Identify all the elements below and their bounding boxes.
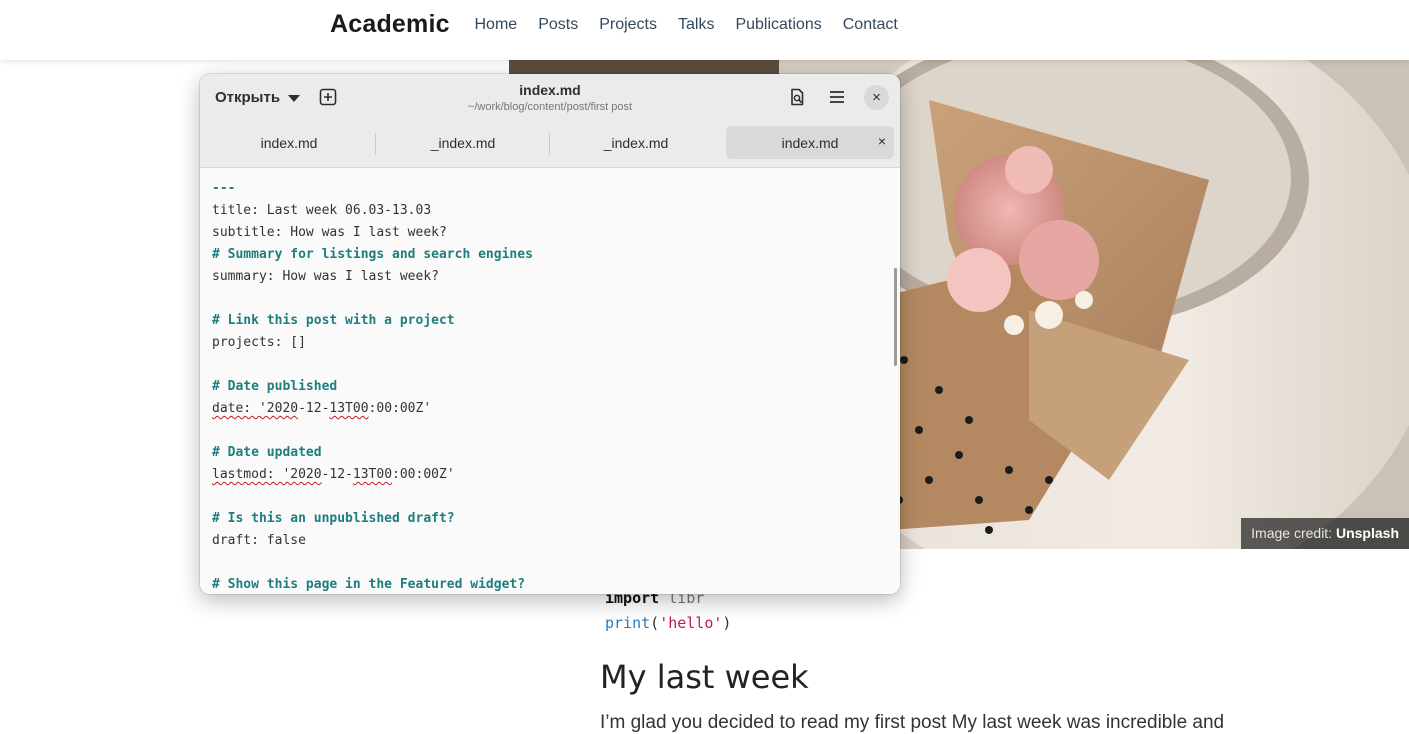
editor-text: -12- <box>298 401 330 416</box>
image-credit: Image credit: Unsplash <box>1241 518 1409 549</box>
vertical-scrollbar[interactable] <box>894 268 897 366</box>
nav-link-projects[interactable]: Projects <box>589 15 668 35</box>
nav-link-home[interactable]: Home <box>464 15 528 35</box>
spellcheck-flagged-text: 13T00 <box>329 401 369 416</box>
editor-line: lastmod: '2020-12-13T00:00:00Z' <box>212 464 533 486</box>
code-paren-open: ( <box>650 614 660 632</box>
image-credit-source-link[interactable]: Unsplash <box>1336 525 1399 541</box>
tab-index-md-1[interactable]: index.md <box>205 126 373 159</box>
code-paren-close: ) <box>722 614 732 632</box>
spellcheck-flagged-text: lastmod: '2020 <box>212 467 322 482</box>
editor-line: summary: How was I last week? <box>212 269 439 284</box>
editor-line: subtitle: How was I last week? <box>212 225 447 240</box>
tab-label: index.md <box>781 134 839 151</box>
editor-line: # Date updated <box>212 445 322 460</box>
editor-line: # Date published <box>212 379 338 394</box>
code-function: print <box>605 614 651 632</box>
tab-underscore-index-md-2[interactable]: _index.md <box>552 126 720 159</box>
tab-separator <box>549 133 550 155</box>
editor-line: # Is this an unpublished draft? <box>212 511 455 526</box>
nav-link-talks[interactable]: Talks <box>668 15 725 35</box>
editor-lines: --- title: Last week 06.03-13.03 subtitle:… <box>212 178 533 594</box>
tab-label: _index.md <box>430 134 496 151</box>
editor-text: :00:00Z' <box>368 401 432 416</box>
nav-link-contact[interactable]: Contact <box>832 15 908 35</box>
image-credit-label: Image credit: <box>1251 525 1333 541</box>
site-brand-link[interactable]: Academic <box>330 10 450 39</box>
code-string: 'hello' <box>659 614 723 632</box>
nav-link-posts[interactable]: Posts <box>528 15 589 35</box>
close-icon: × <box>872 89 881 106</box>
editor-line: title: Last week 06.03-13.03 <box>212 203 432 218</box>
tab-close-icon[interactable]: × <box>878 133 886 149</box>
editor-text-area[interactable]: --- title: Last week 06.03-13.03 subtitle:… <box>200 168 900 594</box>
main-menu-button[interactable] <box>823 83 851 111</box>
spellcheck-flagged-text: date: '2020 <box>212 401 299 416</box>
editor-line: # Show this page in the Featured widget? <box>212 577 526 592</box>
tab-index-md-active[interactable]: index.md × <box>726 126 894 159</box>
nav-links: Home Posts Projects Talks Publications C… <box>464 15 908 35</box>
editor-line: date: '2020-12-13T00:00:00Z' <box>212 398 533 420</box>
editor-line: # Link this post with a project <box>212 313 455 328</box>
nav-link-publications[interactable]: Publications <box>725 15 832 35</box>
window-close-button[interactable]: × <box>864 85 889 110</box>
article-paragraph: I’m glad you decided to read my first po… <box>600 712 1225 733</box>
section-heading: My last week <box>600 658 809 696</box>
editor-text: -12- <box>321 467 353 482</box>
editor-line: draft: false <box>212 533 306 548</box>
editor-text: :00:00Z' <box>392 467 455 482</box>
document-search-icon <box>791 88 804 106</box>
hamburger-menu-icon <box>830 91 844 103</box>
tab-label: _index.md <box>603 134 669 151</box>
code-line-2: print('hello') <box>605 611 731 636</box>
find-button[interactable] <box>783 83 811 111</box>
editor-tab-bar: index.md _index.md _index.md index.md × <box>200 121 900 168</box>
editor-line: --- <box>212 181 236 196</box>
text-editor-window: Открыть index.md ~/work/blog/content/pos… <box>200 74 900 594</box>
tab-separator <box>375 133 376 155</box>
site-navbar: Academic Home Posts Projects Talks Publi… <box>0 0 1409 60</box>
tab-label: index.md <box>260 134 318 151</box>
tab-underscore-index-md-1[interactable]: _index.md <box>379 126 547 159</box>
editor-titlebar[interactable]: Открыть index.md ~/work/blog/content/pos… <box>200 74 900 121</box>
spellcheck-flagged-text: 13T00 <box>352 467 393 482</box>
editor-line: projects: [] <box>212 335 306 350</box>
editor-line: # Summary for listings and search engine… <box>212 247 533 262</box>
